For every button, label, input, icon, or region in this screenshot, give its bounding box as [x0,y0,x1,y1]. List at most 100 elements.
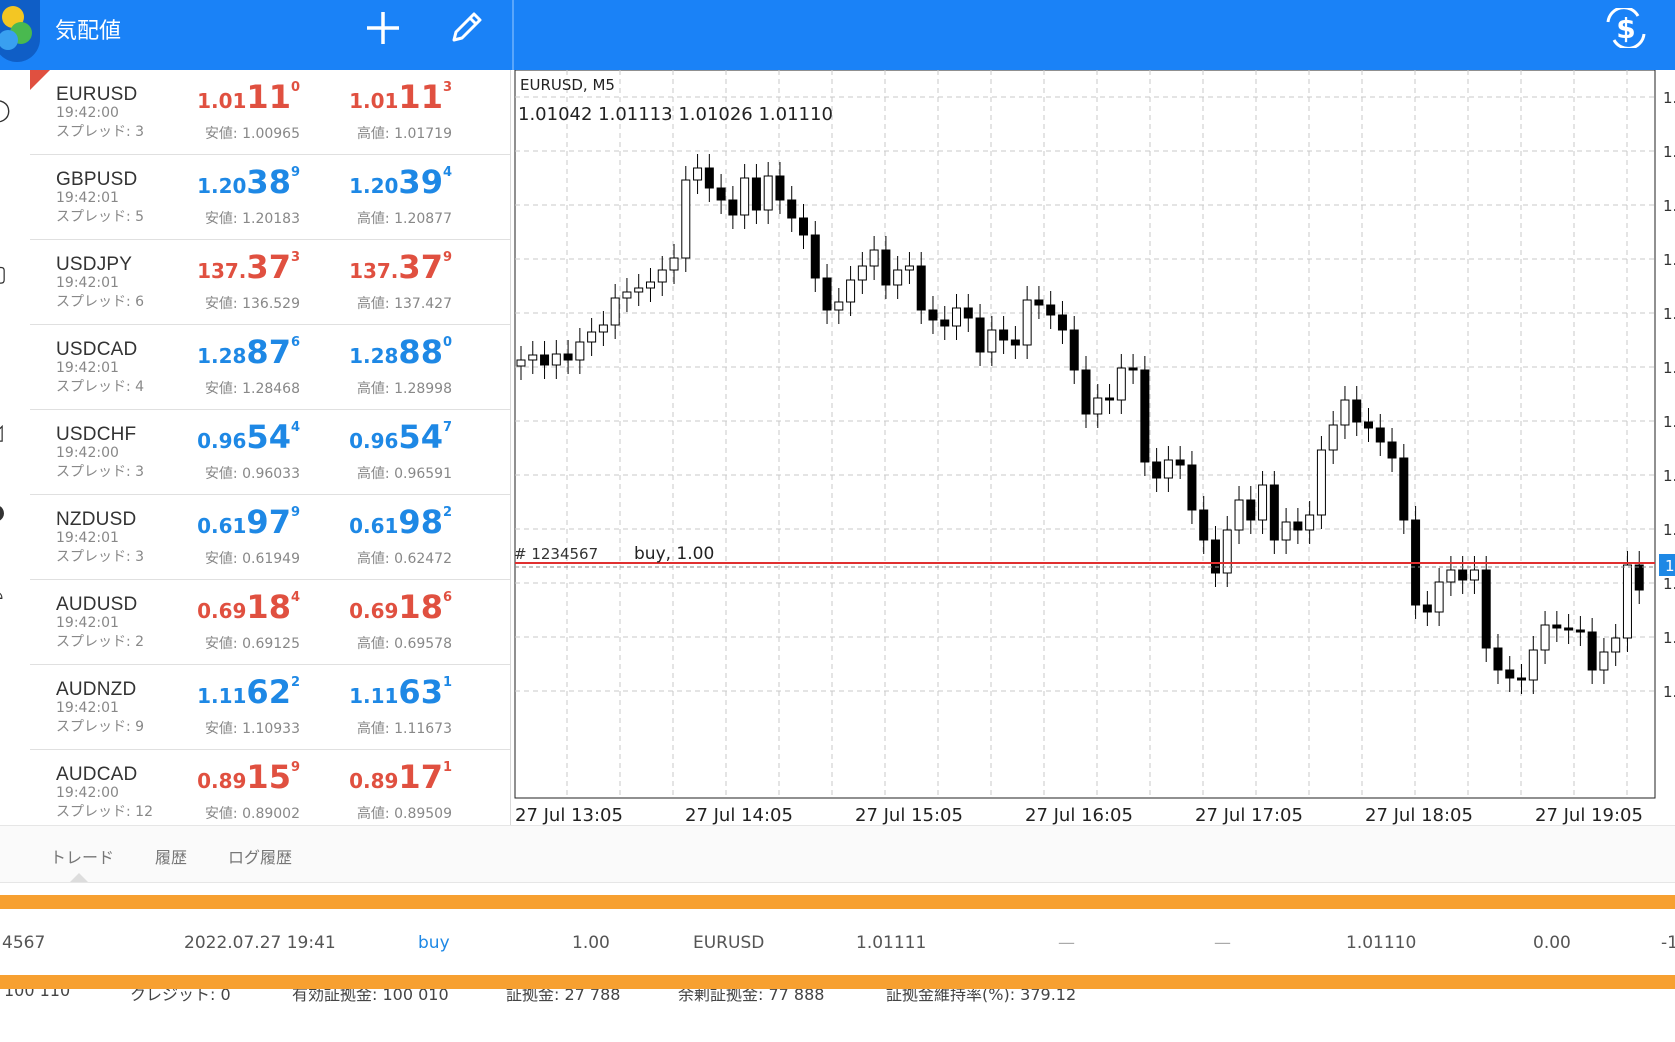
candle-body [1493,647,1503,671]
candle-body [928,309,938,321]
quote-symbol: USDJPY [56,254,133,275]
margin-level-value: 証拠金維持率(%): 379.12 [886,989,1077,1004]
ask-price: 1.01113 [349,78,452,116]
candle-body [857,265,867,281]
quote-time: 19:42:00 [56,445,119,461]
candle-body [1152,461,1162,479]
candle-body [1434,581,1444,613]
quote-symbol: GBPUSD [56,169,138,190]
quote-time: 19:42:01 [56,360,119,376]
quote-symbol: AUDNZD [56,679,137,700]
trade-open-price: 1.01111 [856,933,927,953]
quote-spread: スプレッド: 3 [56,549,145,565]
candle-body [1305,514,1315,531]
quote-row-usdchf[interactable]: USDCHF 19:42:00 スプレッド: 3 0.96544 0.96547 安値: … [30,410,510,495]
pencil-icon[interactable] [441,8,491,58]
candle-body [740,177,750,216]
quote-row-audcad[interactable]: AUDCAD 19:42:00 スプレッド: 12 0.89159 0.89171 安値:… [30,750,510,835]
trade-profit: -1 [1661,933,1675,953]
high-price: 高値: 137.427 [356,296,452,312]
trade-time: 2022.07.27 19:41 [184,933,336,953]
quote-time: 19:42:00 [56,105,119,121]
trade-volume: 1.00 [572,933,610,953]
candle-body [1505,669,1515,679]
time-axis-label: 27 Jul 14:05 [685,805,793,825]
order-info-label: buy, 1.00 [634,544,714,564]
quote-row-audusd[interactable]: AUDUSD 19:42:01 スプレッド: 2 0.69184 0.69186 安値: … [30,580,510,665]
candle-body [904,265,914,271]
quote-row-usdcad[interactable]: USDCAD 19:42:01 スプレッド: 4 1.28876 1.28880 安値: … [30,325,510,410]
quote-time: 19:42:01 [56,615,119,631]
candle-body [1622,564,1632,639]
settings-nav-icon[interactable]: ▮ [0,662,6,686]
low-price: 安値: 0.89002 [204,806,300,822]
chart-panel[interactable]: 1.0 1.0 1.0 1.0 1.0 1.0 1.0 1.0 1.0 1.0 1.0 1.0 27 J… [512,69,1675,826]
community-nav-icon[interactable]: ♙ [0,580,6,605]
candle-body [1375,427,1385,443]
candle-body [1199,509,1209,541]
candle-body [1022,299,1032,346]
tab-indicator [70,873,88,882]
table-row[interactable]: 4567 2022.07.27 19:41 buy 1.00 EURUSD 1.… [0,909,1675,975]
top-bar-divider [512,0,514,70]
candle-body [598,324,608,333]
chart-nav-icon[interactable]: ▮ [0,178,6,202]
low-price: 安値: 0.69125 [204,636,300,652]
trade-nav-icon[interactable]: ▢ [0,262,7,287]
quote-spread: スプレッド: 12 [56,804,153,820]
quote-spread: スプレッド: 9 [56,719,145,735]
low-price: 安値: 0.61949 [204,551,300,567]
candle-body [1422,604,1432,613]
candle-body [999,329,1009,341]
tab-trade[interactable]: トレード [50,844,114,868]
candle-body [575,341,585,361]
price-tick-label: 1.0 [1663,629,1675,647]
candle-body [987,329,997,353]
candle-body [1069,329,1079,371]
candle-body [1399,457,1409,521]
candle-body [963,307,973,319]
candle-body [1175,459,1185,466]
trade-row-top-border [0,895,1675,909]
quote-row-nzdusd[interactable]: NZDUSD 19:42:01 スプレッド: 3 0.61979 0.61982 安値: … [30,495,510,580]
candle-body [893,269,903,286]
candle-body [1081,369,1091,415]
bid-price: 0.69184 [197,588,300,626]
quote-row-gbpusd[interactable]: GBPUSD 19:42:01 スプレッド: 5 1.20389 1.20394 安値: … [30,155,510,240]
candle-body [846,279,856,303]
low-price: 安値: 1.10933 [204,721,300,737]
tab-history[interactable]: 履歴 [155,844,187,868]
tab-log-history[interactable]: ログ履歴 [228,844,292,868]
candle-body [1540,624,1550,651]
candle-body [1552,624,1562,629]
plus-icon[interactable] [358,8,408,58]
candle-body [681,179,691,259]
trade-current-price: 1.01110 [1346,933,1417,953]
quote-time: 19:42:01 [56,700,119,716]
app-logo-icon[interactable] [0,0,40,62]
quote-time: 19:42:01 [56,275,119,291]
candle-body [563,353,573,361]
quote-row-usdjpy[interactable]: USDJPY 19:42:01 スプレッド: 6 137.373 137.379 安値: … [30,240,510,325]
candle-body [1469,569,1479,581]
quotes-nav-icon[interactable]: ◯ [0,98,11,123]
nav-sidebar: ◯ ▮ ▢ ▯ ◿ ● ♙ ▮ [0,70,31,825]
quote-row-audnzd[interactable]: AUDNZD 19:42:01 スプレッド: 9 1.11622 1.11631 安値: … [30,665,510,750]
quote-spread: スプレッド: 3 [56,124,145,140]
trade-swap: 0.00 [1533,933,1571,953]
quote-row-eurusd[interactable]: EURUSD 19:42:00 スプレッド: 3 1.01110 1.01113 安値: … [30,70,510,155]
trade-symbol: EURUSD [693,933,765,953]
price-tick-label: 1.0 [1663,683,1675,701]
high-price: 高値: 0.96591 [356,466,452,482]
candlestick-chart[interactable]: 1.0 1.0 1.0 1.0 1.0 1.0 1.0 1.0 1.0 1.0 1.0 1.0 27 J… [512,69,1675,826]
dollar-exchange-icon[interactable]: $ [1601,6,1651,58]
news-nav-icon[interactable]: ◿ [0,420,6,445]
candle-body [916,265,926,311]
mail-nav-icon[interactable]: ● [0,500,6,525]
candle-body [704,167,714,189]
history-nav-icon[interactable]: ▯ [0,340,6,364]
price-tick-label: 1.0 [1663,143,1675,161]
price-tick-label: 1.0 [1663,197,1675,215]
ask-price: 0.96547 [349,418,452,456]
price-tick-label: 1.0 [1663,575,1675,593]
